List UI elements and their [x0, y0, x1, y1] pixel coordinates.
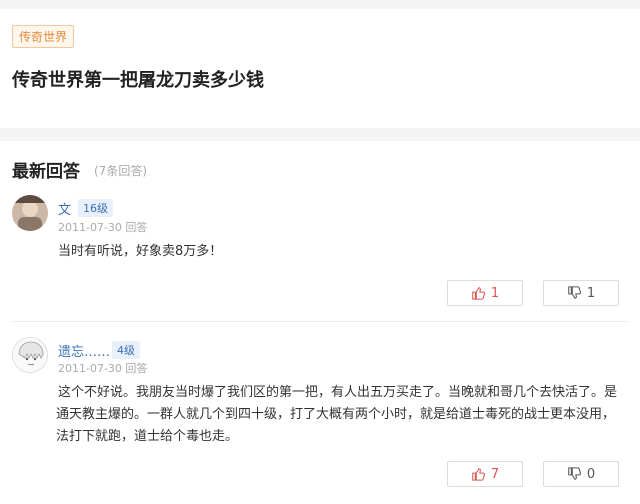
answer-text-line: 这个不好说。我朋友当时爆了我们区的第一把，有人出五万买走了。当晚就和哥几个去快活…: [58, 385, 618, 400]
answer-text: 当时有听说，好象卖8万多！: [58, 244, 223, 259]
thumb-up-icon: [472, 287, 485, 300]
question-card: 传奇世界 传奇世界第一把屠龙刀卖多少钱: [0, 9, 640, 128]
upvote-count: 1: [490, 285, 500, 301]
answer-username[interactable]: 文: [58, 199, 71, 218]
downvote-count: 0: [586, 466, 596, 482]
answer-text-line: 通天教主爆的。一群人就几个到四十级，打了大概有两个小时，就是给道士毒死的战士更本…: [56, 407, 616, 422]
avatar[interactable]: [12, 337, 48, 373]
user-level-badge: 16级: [78, 199, 113, 217]
avatar-photo-icon: [12, 195, 48, 231]
thumb-down-icon: [568, 286, 581, 299]
answer-date: 2011-07-30 回答: [58, 362, 148, 375]
answers-card: 最新回答 (7条回答) 文 16级 2011-07-30 回答 当时有听说，好象…: [0, 141, 640, 504]
answers-section-title: 最新回答: [12, 162, 80, 182]
user-level-badge: 4级: [112, 341, 140, 359]
upvote-count: 7: [490, 466, 500, 482]
downvote-button[interactable]: 0: [543, 461, 619, 487]
avatar[interactable]: [12, 195, 48, 231]
category-tag[interactable]: 传奇世界: [12, 25, 75, 48]
answers-count: (7条回答): [94, 164, 147, 178]
answer-username[interactable]: 遗忘……: [58, 341, 110, 360]
answer-divider: [12, 321, 628, 322]
downvote-button[interactable]: 1: [543, 280, 619, 306]
answer-date: 2011-07-30 回答: [58, 221, 148, 234]
upvote-button[interactable]: 1: [447, 280, 523, 306]
upvote-button[interactable]: 7: [447, 461, 523, 487]
avatar-cartoon-icon: [13, 338, 47, 372]
thumb-up-icon: [472, 468, 485, 481]
answer-text: 这个不好说。我朋友当时爆了我们区的第一把，有人出五万买走了。当晚就和哥几个去快活…: [56, 382, 628, 448]
answer-text-line: 法打下就跑，道士给个毒也走。: [56, 429, 239, 444]
downvote-count: 1: [586, 285, 596, 301]
thumb-down-icon: [568, 467, 581, 480]
question-title: 传奇世界第一把屠龙刀卖多少钱: [12, 70, 264, 91]
